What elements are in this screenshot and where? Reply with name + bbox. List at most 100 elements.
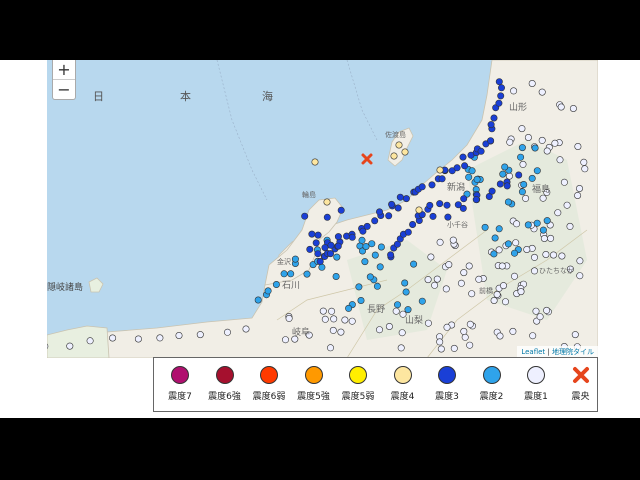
station-intensity-1[interactable] xyxy=(538,136,546,144)
station-intensity-3[interactable] xyxy=(409,221,417,229)
station-intensity-3[interactable] xyxy=(515,171,523,179)
station-intensity-1[interactable] xyxy=(282,336,290,344)
station-intensity-1[interactable] xyxy=(461,333,469,341)
station-intensity-1[interactable] xyxy=(563,201,571,209)
station-intensity-1[interactable] xyxy=(285,314,293,322)
station-intensity-1[interactable] xyxy=(328,307,336,315)
station-intensity-1[interactable] xyxy=(530,253,538,261)
station-intensity-1[interactable] xyxy=(457,279,465,287)
station-intensity-2[interactable] xyxy=(401,279,409,287)
station-intensity-3[interactable] xyxy=(488,187,496,195)
station-intensity-3[interactable] xyxy=(337,206,345,214)
station-intensity-1[interactable] xyxy=(529,332,537,340)
station-intensity-1[interactable] xyxy=(156,334,164,342)
station-intensity-2[interactable] xyxy=(362,243,370,251)
station-intensity-2[interactable] xyxy=(357,297,365,305)
station-intensity-3[interactable] xyxy=(426,201,434,209)
station-intensity-2[interactable] xyxy=(358,236,366,244)
station-intensity-2[interactable] xyxy=(501,163,509,171)
station-intensity-2[interactable] xyxy=(499,170,507,178)
station-intensity-2[interactable] xyxy=(376,263,384,271)
station-intensity-2[interactable] xyxy=(291,255,299,263)
station-intensity-1[interactable] xyxy=(329,326,337,334)
station-intensity-1[interactable] xyxy=(569,104,577,112)
station-intensity-3[interactable] xyxy=(461,162,469,170)
station-intensity-3[interactable] xyxy=(459,153,467,161)
station-intensity-3[interactable] xyxy=(490,114,498,122)
station-intensity-3[interactable] xyxy=(404,228,412,236)
station-intensity-3[interactable] xyxy=(438,175,446,183)
station-intensity-2[interactable] xyxy=(371,251,379,259)
station-intensity-1[interactable] xyxy=(532,307,540,315)
station-intensity-1[interactable] xyxy=(543,147,551,155)
station-intensity-4[interactable] xyxy=(323,198,331,206)
station-intensity-2[interactable] xyxy=(504,240,512,248)
station-intensity-1[interactable] xyxy=(517,288,525,296)
station-intensity-3[interactable] xyxy=(348,233,356,241)
station-intensity-1[interactable] xyxy=(443,323,451,331)
station-intensity-4[interactable] xyxy=(395,141,403,149)
station-intensity-1[interactable] xyxy=(398,329,406,337)
station-intensity-1[interactable] xyxy=(460,269,468,277)
station-intensity-3[interactable] xyxy=(312,239,320,247)
station-intensity-1[interactable] xyxy=(424,276,432,284)
station-intensity-2[interactable] xyxy=(481,223,489,231)
station-intensity-2[interactable] xyxy=(533,167,541,175)
station-intensity-3[interactable] xyxy=(388,200,396,208)
station-intensity-1[interactable] xyxy=(397,344,405,352)
station-intensity-1[interactable] xyxy=(337,328,345,336)
station-intensity-2[interactable] xyxy=(332,273,340,281)
station-intensity-1[interactable] xyxy=(506,138,514,146)
station-intensity-1[interactable] xyxy=(528,79,536,87)
station-intensity-1[interactable] xyxy=(518,125,526,133)
station-intensity-1[interactable] xyxy=(498,262,506,270)
station-intensity-3[interactable] xyxy=(323,213,331,221)
station-intensity-1[interactable] xyxy=(575,185,583,193)
station-intensity-1[interactable] xyxy=(375,326,383,334)
station-intensity-2[interactable] xyxy=(272,281,280,289)
station-intensity-1[interactable] xyxy=(576,257,584,265)
station-intensity-2[interactable] xyxy=(366,273,374,281)
station-intensity-1[interactable] xyxy=(510,272,518,280)
station-intensity-3[interactable] xyxy=(443,201,451,209)
station-intensity-1[interactable] xyxy=(431,281,439,289)
station-intensity-2[interactable] xyxy=(510,249,518,257)
station-intensity-2[interactable] xyxy=(402,288,410,296)
station-intensity-3[interactable] xyxy=(314,250,322,258)
station-intensity-4[interactable] xyxy=(436,166,444,174)
station-intensity-4[interactable] xyxy=(311,158,319,166)
station-intensity-1[interactable] xyxy=(319,307,327,315)
station-intensity-2[interactable] xyxy=(518,144,526,152)
station-intensity-1[interactable] xyxy=(540,235,548,243)
station-intensity-2[interactable] xyxy=(518,188,526,196)
station-intensity-1[interactable] xyxy=(437,345,445,353)
station-intensity-3[interactable] xyxy=(487,137,495,145)
station-intensity-3[interactable] xyxy=(308,230,316,238)
station-intensity-3[interactable] xyxy=(460,195,468,203)
station-intensity-1[interactable] xyxy=(460,327,468,335)
station-intensity-2[interactable] xyxy=(264,287,272,295)
station-intensity-2[interactable] xyxy=(368,240,376,248)
seismic-intensity-map[interactable]: 日 本 海 隠岐諸島 佐渡島 福島 新潟 山形 石川 長野 山梨 岐阜 輪島 金… xyxy=(47,60,598,358)
station-intensity-2[interactable] xyxy=(517,153,525,161)
station-intensity-1[interactable] xyxy=(466,341,474,349)
station-intensity-1[interactable] xyxy=(436,238,444,246)
station-intensity-1[interactable] xyxy=(505,172,513,180)
station-intensity-1[interactable] xyxy=(566,222,574,230)
station-intensity-3[interactable] xyxy=(495,99,503,107)
station-intensity-2[interactable] xyxy=(303,270,311,278)
station-intensity-3[interactable] xyxy=(402,195,410,203)
station-intensity-3[interactable] xyxy=(396,193,404,201)
station-intensity-3[interactable] xyxy=(487,121,495,129)
station-intensity-1[interactable] xyxy=(512,239,520,247)
station-intensity-2[interactable] xyxy=(318,263,326,271)
station-intensity-1[interactable] xyxy=(580,158,588,166)
station-intensity-1[interactable] xyxy=(496,332,504,340)
station-intensity-2[interactable] xyxy=(468,167,476,175)
station-intensity-2[interactable] xyxy=(465,173,473,181)
station-intensity-1[interactable] xyxy=(536,313,544,321)
station-intensity-2[interactable] xyxy=(373,282,381,290)
station-intensity-3[interactable] xyxy=(477,147,485,155)
station-intensity-1[interactable] xyxy=(523,246,531,254)
station-intensity-2[interactable] xyxy=(473,175,481,183)
